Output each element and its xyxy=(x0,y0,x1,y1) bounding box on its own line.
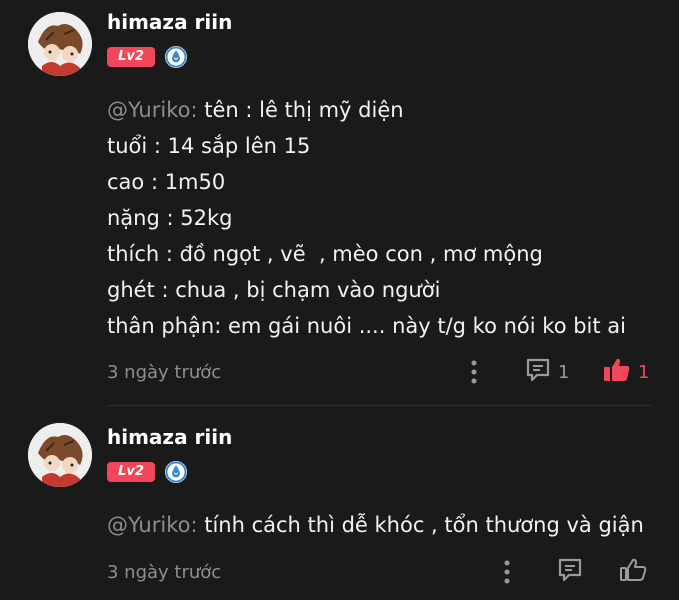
comment-line: thân phận: em gái nuôi .... này t/g ko n… xyxy=(107,314,626,338)
reply-button[interactable]: 1 xyxy=(524,358,569,386)
reply-button[interactable] xyxy=(556,558,584,586)
thumbs-up-icon xyxy=(602,356,632,388)
comment-line: thích : đồ ngọt , vẽ , mèo con , mơ mộng xyxy=(107,242,543,266)
more-vertical-icon[interactable] xyxy=(467,358,481,386)
avatar[interactable] xyxy=(28,12,92,76)
comment-icon xyxy=(556,556,584,588)
comment-line: ghét : chua , bị chạm vào người xyxy=(107,278,441,302)
like-button[interactable]: 1 xyxy=(602,358,649,386)
reply-count: 1 xyxy=(558,361,570,383)
timestamp: 3 ngày trước xyxy=(107,362,222,383)
comment-icon xyxy=(524,356,552,388)
like-count: 1 xyxy=(638,361,650,383)
droplet-badge-icon xyxy=(164,460,188,484)
level-badge: Lv2 xyxy=(107,47,155,67)
comment-line: cao : 1m50 xyxy=(107,170,226,194)
username[interactable]: himaza riin xyxy=(107,10,232,34)
comment-line: tên : lê thị mỹ diện xyxy=(197,98,404,122)
level-badge: Lv2 xyxy=(107,462,155,482)
comment-line: tính cách thì dễ khóc , tổn thương và gi… xyxy=(197,513,644,537)
more-vertical-icon[interactable] xyxy=(500,558,514,586)
avatar[interactable] xyxy=(28,423,92,487)
mention-link[interactable]: @Yuriko: xyxy=(107,98,198,122)
comment-line: nặng : 52kg xyxy=(107,206,233,230)
comment-body: @Yuriko: tên : lê thị mỹ diện tuổi : 14 … xyxy=(107,92,626,344)
like-button[interactable] xyxy=(618,558,648,586)
mention-link[interactable]: @Yuriko: xyxy=(107,513,198,537)
thumbs-up-icon xyxy=(618,556,648,588)
comment-card: himaza riin Lv2 @Yuriko: tính cách thì d… xyxy=(0,405,679,600)
comment-card: himaza riin Lv2 @Yuriko: tên : lê thị mỹ… xyxy=(0,0,679,405)
timestamp: 3 ngày trước xyxy=(107,562,222,583)
comment-line: tuổi : 14 sắp lên 15 xyxy=(107,134,311,158)
droplet-badge-icon xyxy=(164,45,188,69)
comment-body: @Yuriko: tính cách thì dễ khóc , tổn thư… xyxy=(107,507,644,543)
username[interactable]: himaza riin xyxy=(107,425,232,449)
